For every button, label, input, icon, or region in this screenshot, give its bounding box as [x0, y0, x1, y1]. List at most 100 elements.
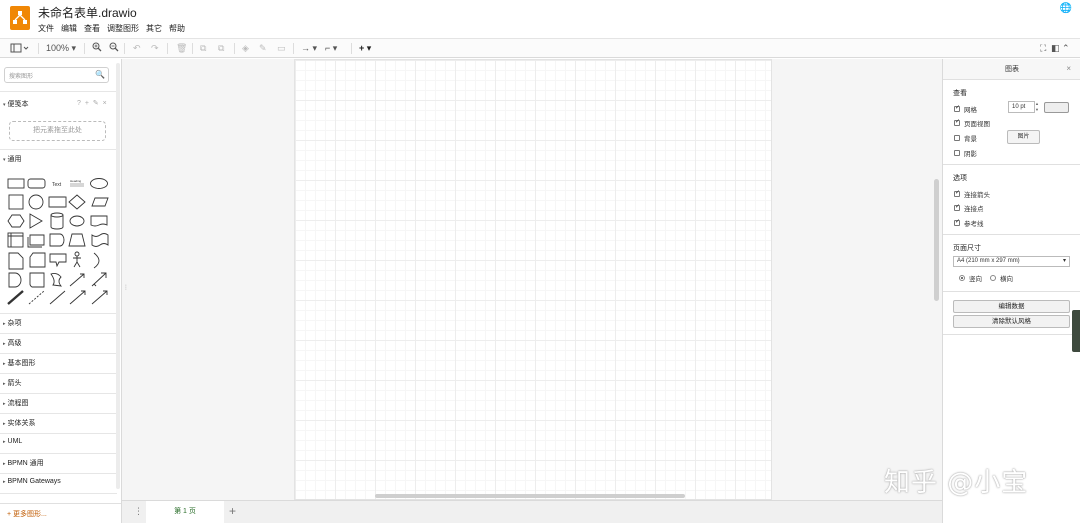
language-globe-icon[interactable]: 🌐: [1060, 3, 1072, 14]
format-panel-toggle-icon[interactable]: ◧: [1051, 42, 1060, 55]
sidebar-scrollbar[interactable]: [116, 63, 120, 489]
category-misc[interactable]: ▸ 杂项: [3, 318, 22, 328]
menu-help[interactable]: 帮助: [169, 23, 185, 34]
title-bar: 未命名表单.drawio 文件 编辑 查看 调整图形 其它 帮助 🌐: [0, 0, 1080, 38]
vertical-scrollbar[interactable]: [934, 179, 939, 301]
background-image-button[interactable]: 图片: [1007, 130, 1040, 144]
diagram-page[interactable]: [294, 59, 772, 500]
background-checkbox[interactable]: [954, 135, 960, 141]
fill-color-icon[interactable]: ◈: [242, 42, 249, 55]
shadow-icon[interactable]: ▭: [277, 42, 286, 55]
connection-arrows-option[interactable]: 连接箭头: [954, 189, 990, 199]
menu-arrange[interactable]: 调整图形: [107, 23, 139, 34]
page-view-checkbox[interactable]: [954, 118, 960, 126]
search-input[interactable]: 搜索图形 🔍: [4, 67, 109, 83]
add-page-icon[interactable]: +: [229, 504, 236, 518]
connection-arrows-label: 连接箭头: [964, 192, 990, 199]
grid-size-input[interactable]: 10 pt: [1008, 101, 1035, 113]
scratchpad-header[interactable]: ▾ 便笺本: [3, 99, 29, 109]
redo-icon[interactable]: ↷: [151, 42, 159, 55]
insert-plus-icon[interactable]: + ▾: [359, 42, 371, 55]
shadow-checkbox[interactable]: [954, 150, 960, 156]
shadow-option[interactable]: 阴影: [954, 148, 977, 158]
side-feedback-tab[interactable]: [1072, 310, 1080, 352]
landscape-radio[interactable]: [990, 275, 996, 281]
grid-size-stepper[interactable]: ▲ ▼: [1035, 101, 1039, 113]
text-shape[interactable]: Text: [52, 182, 62, 188]
document-title[interactable]: 未命名表单.drawio: [38, 4, 137, 21]
pages-menu-icon[interactable]: ⋮: [134, 506, 143, 517]
thick-line-shape: [7, 290, 24, 305]
category-arrows[interactable]: ▸ 箭头: [3, 378, 22, 388]
orientation-options: 竖向 横向: [959, 273, 1013, 283]
close-icon[interactable]: ×: [1066, 64, 1071, 73]
sidebar-resize-handle[interactable]: ⋮: [123, 284, 129, 291]
menu-view[interactable]: 查看: [84, 23, 100, 34]
arrow-shape: [91, 272, 107, 287]
category-bpmn-general[interactable]: ▸ BPMN 通用: [3, 458, 44, 468]
collapse-toolbar-icon[interactable]: ⌃: [1062, 42, 1070, 55]
fullscreen-icon[interactable]: ⛶: [1040, 42, 1046, 55]
delete-icon[interactable]: 🗑: [176, 42, 187, 55]
search-icon[interactable]: 🔍: [95, 70, 105, 79]
card2-shape: [29, 272, 45, 288]
drawio-app: 未命名表单.drawio 文件 编辑 查看 调整图形 其它 帮助 🌐 100% …: [0, 0, 1080, 523]
zoom-out-icon[interactable]: [109, 42, 119, 55]
portrait-radio[interactable]: [959, 275, 965, 281]
general-header[interactable]: ▾ 通用: [3, 154, 22, 164]
guides-option[interactable]: 参考线: [954, 218, 984, 228]
to-back-icon[interactable]: ⧉: [218, 42, 224, 55]
page-view-option[interactable]: 页面视图: [954, 118, 990, 128]
connection-points-option[interactable]: 连接点: [954, 203, 984, 213]
connection-arrows-checkbox[interactable]: [954, 189, 960, 197]
connection-points-checkbox[interactable]: [954, 203, 960, 211]
tab-page-1[interactable]: 第 1 页: [146, 501, 224, 523]
waypoints-icon[interactable]: ⌐ ▾: [325, 42, 337, 55]
horizontal-scrollbar[interactable]: [375, 494, 685, 498]
menu-extras[interactable]: 其它: [146, 23, 162, 34]
watermark-text: 知乎 @小宝: [884, 468, 1029, 498]
grid-checkbox[interactable]: [954, 104, 960, 112]
more-shapes-button[interactable]: + 更多图形...: [0, 503, 121, 523]
scratchpad-tools[interactable]: ? + ✎ ×: [77, 99, 108, 107]
note-shape: [8, 252, 24, 270]
category-bpmn-gateways[interactable]: ▸ BPMN Gateways: [3, 478, 61, 485]
to-front-icon[interactable]: ⧉: [200, 42, 206, 55]
connection-style-icon[interactable]: → ▾: [301, 42, 317, 55]
scratchpad-dropzone[interactable]: 把元素拖至此处: [9, 121, 106, 141]
zoom-dropdown[interactable]: 100% ▾: [46, 42, 76, 55]
paper-size-select[interactable]: A4 (210 mm x 297 mm) ▾: [953, 256, 1070, 267]
document-shape: [90, 215, 108, 227]
trapezoid-shape: [68, 233, 86, 247]
zoom-in-icon[interactable]: [92, 42, 102, 55]
card-shape: [29, 252, 46, 268]
dropdown-caret-icon: ▾: [1062, 258, 1066, 264]
line-color-icon[interactable]: ✎: [259, 42, 267, 55]
category-basic[interactable]: ▸ 基本图形: [3, 358, 36, 368]
background-option[interactable]: 背景: [954, 133, 977, 143]
actor-shape: [73, 256, 81, 268]
diagram-canvas-area[interactable]: ⋮: [122, 59, 942, 500]
undo-icon[interactable]: ↶: [133, 42, 141, 55]
category-flowchart[interactable]: ▸ 流程图: [3, 398, 29, 408]
grid-option[interactable]: 网格: [954, 104, 977, 114]
landscape-label: 横向: [1000, 276, 1013, 283]
grid-color-swatch[interactable]: [1044, 102, 1069, 113]
triangle-shape: [29, 213, 43, 229]
panel-toggle-icon[interactable]: [10, 42, 30, 55]
portrait-label: 竖向: [969, 276, 982, 283]
parallelogram-shape: [91, 197, 109, 207]
general-shapes-palette[interactable]: Text Heading: [6, 174, 112, 308]
textbox-shape[interactable]: Heading: [70, 179, 82, 183]
shadow-label: 阴影: [964, 151, 977, 158]
menu-edit[interactable]: 编辑: [61, 23, 77, 34]
category-advanced[interactable]: ▸ 高级: [3, 338, 22, 348]
rectangle-shape: [7, 178, 25, 189]
edit-data-button[interactable]: 编辑数据: [953, 300, 1070, 313]
guides-checkbox[interactable]: [954, 218, 960, 226]
menu-file[interactable]: 文件: [38, 23, 54, 34]
category-uml[interactable]: ▸ UML: [3, 438, 22, 445]
connector-shape: [91, 290, 108, 305]
clear-default-style-button[interactable]: 清除默认风格: [953, 315, 1070, 328]
category-entity-relation[interactable]: ▸ 实体关系: [3, 418, 36, 428]
